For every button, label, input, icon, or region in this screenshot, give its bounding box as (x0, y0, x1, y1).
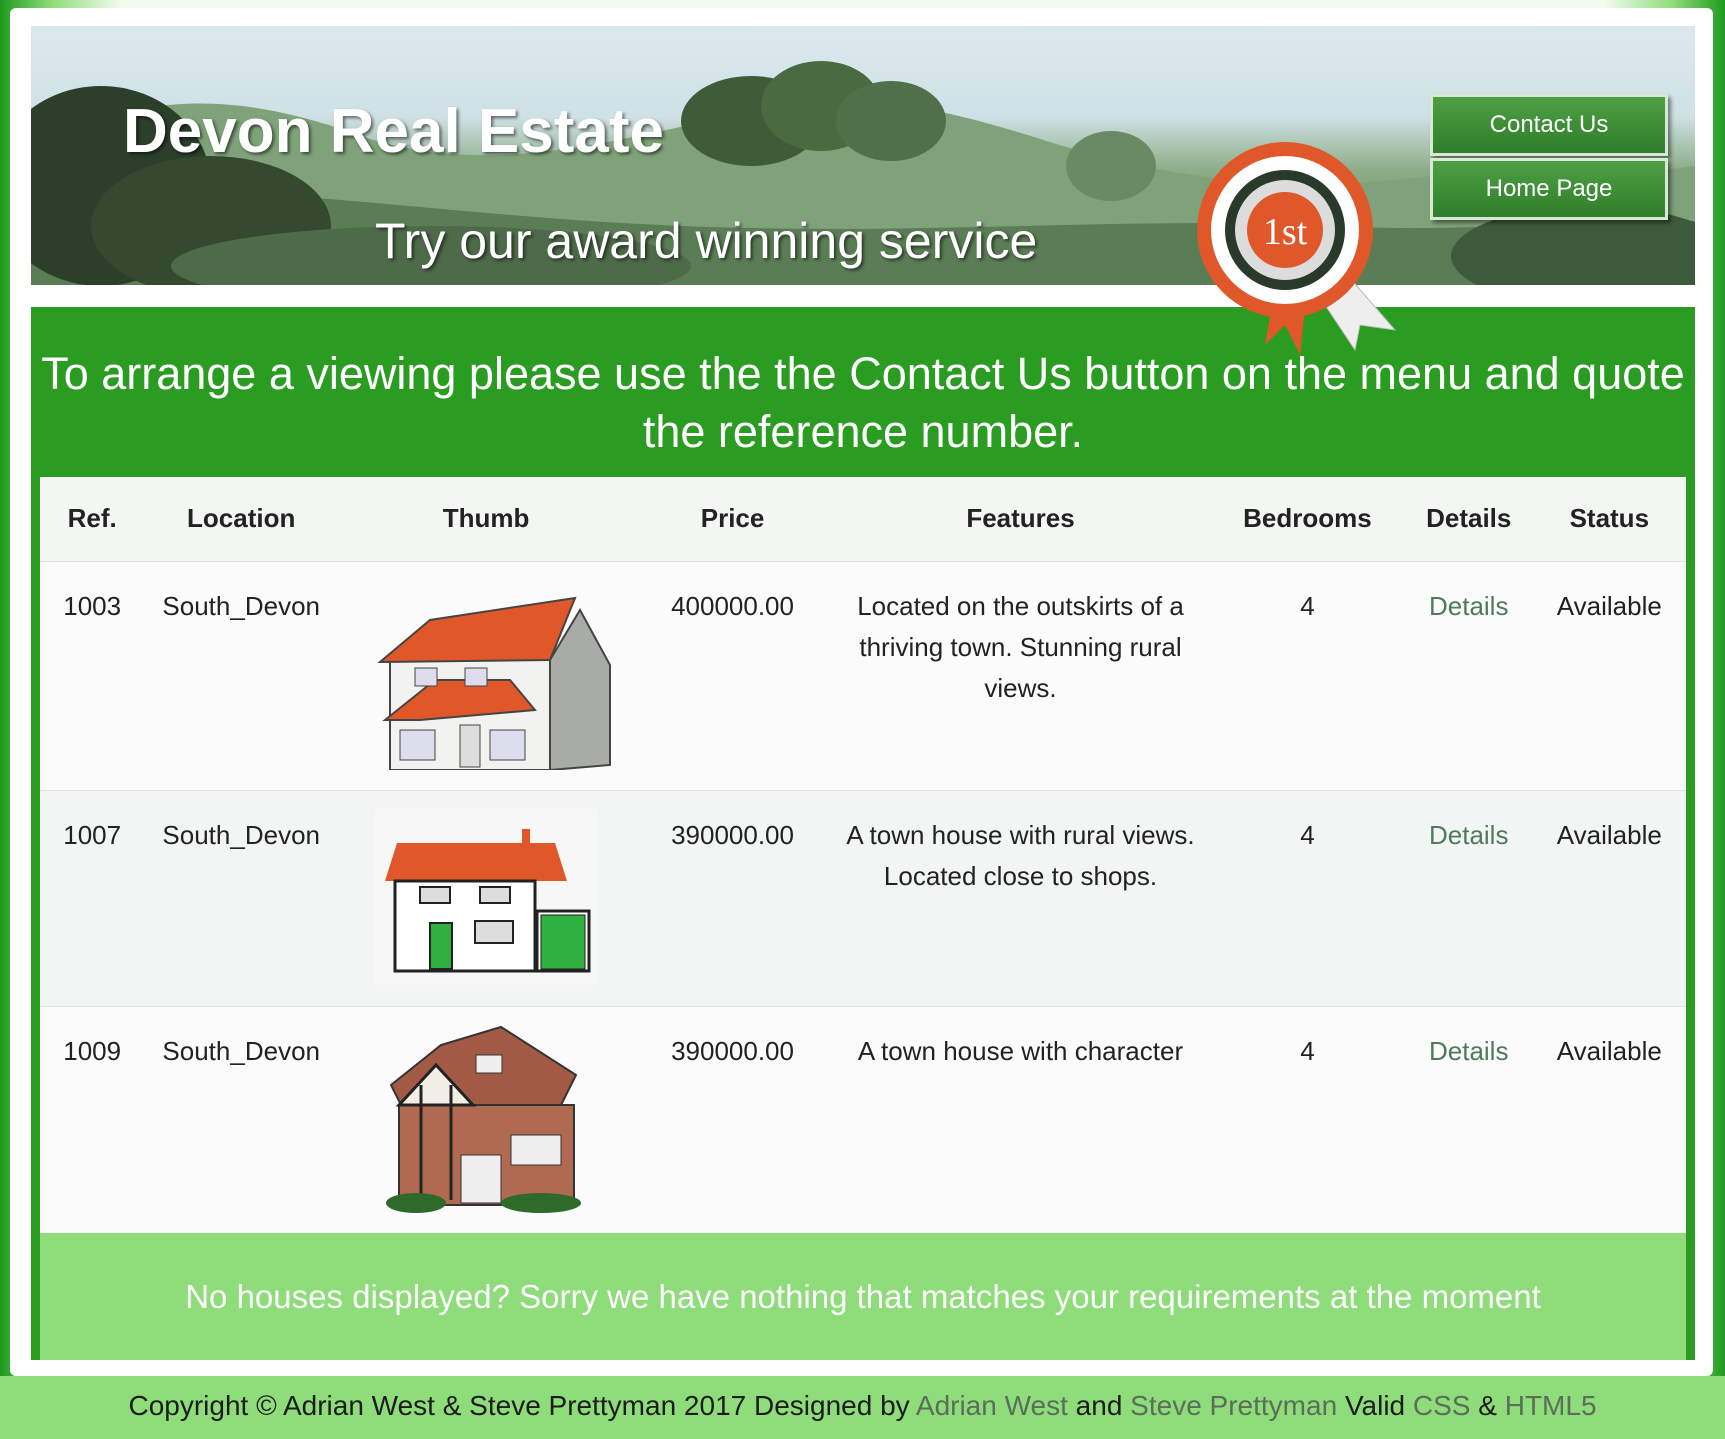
col-header-price: Price (634, 477, 832, 562)
site-title: Devon Real Estate (123, 97, 664, 166)
cell-location: South_Devon (162, 819, 320, 850)
home-page-button[interactable]: Home Page (1430, 158, 1668, 220)
details-link[interactable]: Details (1429, 591, 1508, 621)
table-row: 1007 South_Devon 390000.00 A town house … (40, 790, 1686, 1006)
cell-details: Details (1405, 561, 1533, 790)
house-thumbnail-image[interactable] (375, 808, 598, 985)
cell-price: 390000.00 (671, 1035, 794, 1066)
cell-status: Available (1556, 819, 1662, 850)
footer-amp-text: & (1478, 1390, 1497, 1421)
main-content: To arrange a viewing please use the the … (31, 307, 1695, 1360)
col-header-location: Location (144, 477, 339, 562)
header-banner: Devon Real Estate Try our award winning … (31, 26, 1695, 285)
footer-valid-text: Valid (1344, 1390, 1406, 1421)
cell-features: A town house with rural views. Located c… (846, 819, 1195, 891)
cell-ref: 1007 (63, 819, 122, 850)
author-link-steve-prettyman[interactable]: Steve Prettyman (1130, 1390, 1337, 1421)
col-header-details: Details (1404, 477, 1533, 562)
house-thumbnail-image[interactable] (381, 1025, 591, 1215)
col-header-status: Status (1532, 477, 1686, 562)
cell-thumb (338, 1006, 634, 1232)
table-row: 1003 South_Devon 400000.00 Located on th… (40, 561, 1686, 790)
cell-price: 400000.00 (671, 590, 794, 621)
details-link[interactable]: Details (1429, 820, 1508, 850)
viewing-notice: To arrange a viewing please use the the … (41, 348, 1685, 457)
author-link-adrian-west[interactable]: Adrian West (916, 1390, 1068, 1421)
cell-details: Details (1405, 1006, 1533, 1232)
details-link[interactable]: Details (1429, 1036, 1508, 1066)
house-thumbnail-image[interactable] (360, 580, 612, 771)
listings-table-container: Ref. Location Thumb Price Features Bedro… (40, 477, 1686, 1233)
listings-table: Ref. Location Thumb Price Features Bedro… (40, 477, 1686, 1232)
cell-details: Details (1405, 790, 1533, 1006)
cell-bedrooms: 4 (1300, 819, 1315, 850)
cell-bedrooms: 4 (1300, 590, 1315, 621)
cell-thumb (338, 561, 634, 790)
cell-status: Available (1556, 590, 1662, 621)
cell-bedrooms: 4 (1300, 1035, 1315, 1066)
award-rosette-icon: 1st (1197, 142, 1397, 355)
contact-us-button[interactable]: Contact Us (1430, 94, 1668, 156)
copyright-text: Copyright © Adrian West & Steve Prettyma… (128, 1390, 910, 1421)
cell-price: 390000.00 (671, 819, 794, 850)
cell-features: A town house with character (857, 1035, 1184, 1066)
valid-css-link[interactable]: CSS (1413, 1390, 1471, 1421)
col-header-ref: Ref. (40, 477, 145, 562)
valid-html5-link[interactable]: HTML5 (1505, 1390, 1597, 1421)
table-row: 1009 South_Devon 390000.00 A town house … (40, 1006, 1686, 1232)
footer: Copyright © Adrian West & Steve Prettyma… (0, 1376, 1725, 1439)
tagline: Try our award winning service (375, 213, 1038, 269)
table-header-row: Ref. Location Thumb Price Features Bedro… (40, 477, 1686, 562)
no-houses-message: No houses displayed? Sorry we have nothi… (40, 1233, 1686, 1360)
cell-location: South_Devon (162, 1035, 320, 1066)
col-header-features: Features (831, 477, 1211, 562)
cell-location: South_Devon (162, 590, 320, 621)
cell-ref: 1003 (63, 590, 122, 621)
cell-status: Available (1556, 1035, 1662, 1066)
cell-features: Located on the outskirts of a thriving t… (857, 590, 1184, 703)
col-header-thumb: Thumb (338, 477, 635, 562)
footer-and-text: and (1075, 1390, 1123, 1421)
rosette-text: 1st (1263, 211, 1308, 253)
cell-thumb (338, 790, 634, 1006)
cell-ref: 1009 (63, 1035, 122, 1066)
col-header-bedrooms: Bedrooms (1210, 477, 1405, 562)
